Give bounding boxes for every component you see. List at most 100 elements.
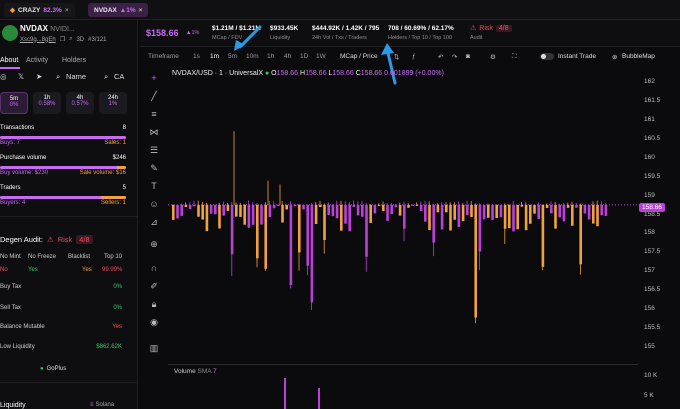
telegram-icon[interactable]: ➤: [36, 72, 42, 81]
token-avatar: [2, 25, 18, 41]
risk-badge[interactable]: ⚠ Risk 4/8: [470, 24, 512, 32]
zoom-icon[interactable]: ⊕: [148, 238, 160, 250]
pattern-icon[interactable]: ⋈: [148, 126, 160, 138]
interval-10m[interactable]: 10m: [246, 53, 259, 60]
name-search-link[interactable]: Name: [66, 72, 86, 81]
candle: [508, 204, 511, 229]
candle: [344, 201, 347, 224]
token-tab-nvdax[interactable]: NVDAX ▲1% ×: [88, 3, 149, 17]
timeframe-4h[interactable]: 4h 0.57%: [66, 92, 94, 114]
candle: [457, 201, 461, 227]
candle-style-icon[interactable]: ⇅: [394, 53, 399, 61]
candle: [319, 200, 322, 207]
globe-icon[interactable]: ◎: [0, 72, 7, 81]
price-axis[interactable]: 162 161.5 161 160.5 160 159.5 159 158.5 …: [638, 66, 680, 409]
search-icon[interactable]: ⌕: [69, 36, 72, 43]
tab-about[interactable]: About: [0, 57, 18, 64]
search-icon[interactable]: ⌕: [56, 72, 60, 82]
y-tick: 157.5: [644, 248, 661, 255]
timeframe-1h[interactable]: 1h 0.58%: [33, 92, 61, 114]
instant-trade-label: Instant Trade: [558, 53, 596, 60]
fib-icon[interactable]: ☰: [148, 144, 160, 156]
timeframe-24h[interactable]: 24h 1%: [99, 92, 127, 114]
candle: [466, 200, 469, 215]
brush-icon[interactable]: ✎: [148, 162, 160, 174]
candle: [424, 200, 427, 222]
arrow-liquidity: [234, 25, 262, 51]
purchase-volume-value: $246: [112, 155, 126, 161]
horizontal-lines-icon[interactable]: ≡: [148, 108, 160, 120]
text-icon[interactable]: T: [148, 180, 160, 192]
candle: [545, 203, 549, 208]
goplus-credit[interactable]: ● GoPlus: [40, 366, 66, 372]
interval-4h[interactable]: 4h: [284, 53, 291, 60]
instant-trade-toggle[interactable]: [540, 53, 554, 60]
interval-1m[interactable]: 1m: [210, 53, 219, 60]
buys-sales-bar: [0, 136, 126, 139]
lock-icon[interactable]: 🔒︎: [148, 298, 160, 310]
fullscreen-icon[interactable]: ⛶: [512, 53, 517, 61]
interval-1s[interactable]: 1s: [193, 53, 200, 60]
candle: [327, 202, 330, 215]
tab-holders[interactable]: Holders: [62, 57, 86, 64]
mcap-price-toggle[interactable]: MCap / Price: [340, 53, 378, 60]
candle: [419, 201, 423, 212]
interval-1h[interactable]: 1h: [267, 53, 274, 60]
y-tick: 161.5: [644, 97, 661, 104]
search-icon[interactable]: ⌕: [104, 72, 108, 82]
camera-icon[interactable]: ◙: [466, 53, 470, 60]
undo-icon[interactable]: ↶: [438, 53, 443, 61]
redo-icon[interactable]: ↷: [452, 53, 457, 61]
trash-icon[interactable]: ▥: [148, 342, 160, 354]
close-icon[interactable]: ×: [139, 7, 143, 14]
token-tab-crazy[interactable]: ◆ CRAZY 82.3% ×: [4, 3, 75, 17]
price-chart[interactable]: NVDAX/USD · 1 · UniversalX ● O158.66 H15…: [168, 66, 638, 375]
y-tick: 160: [644, 154, 655, 161]
ruler-icon[interactable]: ⊿: [148, 216, 160, 228]
y-tick: 158.5: [644, 211, 661, 218]
tab-activity[interactable]: Activity: [26, 57, 48, 64]
divider: [0, 382, 138, 383]
y-tick: 157: [644, 267, 655, 274]
solana-icon: ≡: [90, 402, 94, 408]
candle: [550, 201, 553, 214]
candle: [197, 200, 200, 217]
gear-icon[interactable]: ⚙: [490, 53, 496, 61]
trendline-icon[interactable]: ╱: [148, 90, 160, 102]
candle: [222, 201, 225, 216]
candle: [524, 202, 528, 231]
candle: [516, 204, 519, 230]
social-row: ◎ 𝕏 ➤ ⌕ Name ⌕ CA: [0, 72, 134, 84]
candle: [289, 201, 293, 289]
timeframe-5m[interactable]: 5m 0%: [0, 92, 28, 114]
pencil-lock-icon[interactable]: ✐: [148, 280, 160, 292]
candles-layer: [168, 131, 638, 324]
ca-search-link[interactable]: CA: [114, 72, 124, 81]
candle: [482, 204, 486, 220]
candle: [487, 203, 490, 218]
token-address[interactable]: Xsc9g...8gEh: [20, 37, 56, 43]
toggle-knob: [541, 54, 546, 59]
close-icon[interactable]: ×: [65, 7, 69, 14]
interval-5m[interactable]: 5m: [228, 53, 237, 60]
candle: [474, 203, 477, 324]
candle: [356, 201, 360, 216]
bubblemap-button[interactable]: BubbleMap: [622, 53, 655, 60]
candle: [365, 202, 368, 272]
candle: [348, 202, 351, 232]
eye-icon[interactable]: ◉: [148, 316, 160, 328]
x-icon[interactable]: 𝕏: [18, 72, 24, 81]
volume-bar: [318, 388, 320, 409]
bubblemap-icon[interactable]: ⊛: [612, 53, 617, 61]
candle: [533, 204, 536, 214]
interval-1w[interactable]: 1W: [316, 53, 326, 60]
crosshair-icon[interactable]: +: [148, 72, 160, 84]
candle: [537, 202, 540, 220]
copy-icon[interactable]: ❐: [60, 36, 65, 43]
candle: [281, 200, 284, 223]
emoji-icon[interactable]: ☺: [148, 198, 160, 210]
indicators-icon[interactable]: ƒ: [412, 53, 416, 60]
chain-label: Solana: [95, 402, 115, 408]
magnet-icon[interactable]: ∩: [148, 262, 160, 274]
interval-1d[interactable]: 1D: [300, 53, 308, 60]
